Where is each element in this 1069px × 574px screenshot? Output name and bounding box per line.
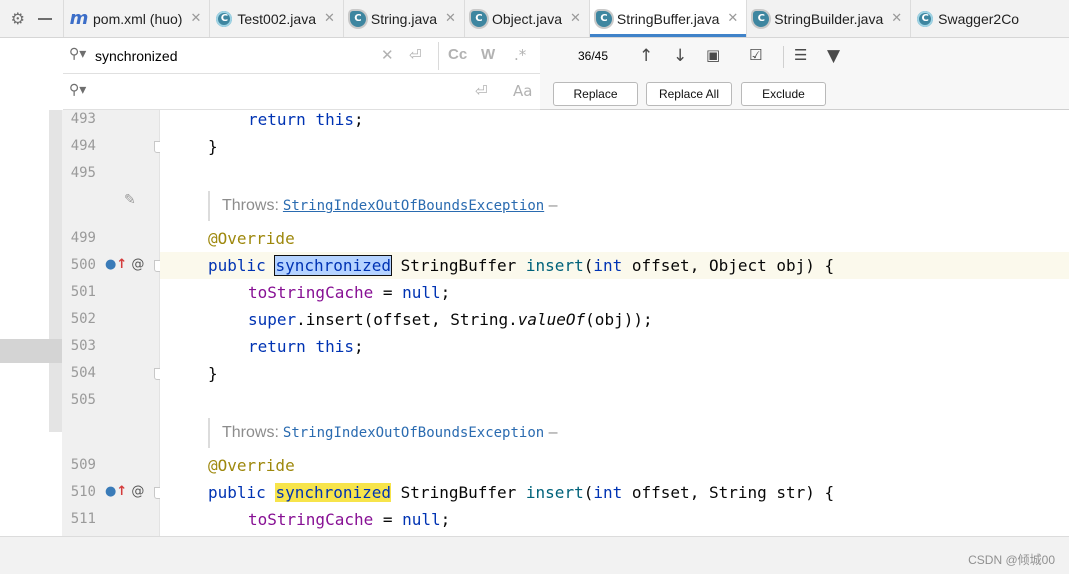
tab-label: pom.xml (huo): [93, 10, 183, 27]
line-number: 511: [70, 511, 96, 527]
code-editor[interactable]: return this; } Throws: StringIndexOutOfBo…: [160, 110, 1069, 536]
whole-words-toggle[interactable]: W: [481, 46, 495, 63]
line-number: 509: [70, 457, 96, 473]
exception-link[interactable]: StringIndexOutOfBoundsException: [283, 425, 544, 441]
search-options-icon[interactable]: ☰: [794, 46, 807, 64]
find-replace-panel: ⚲▾ ✕ ⏎ Cc W .* ⚲▾ ⏎ Aa 36/45 ↑ ↓ ▣ ☑ ☰ ▼…: [63, 38, 1069, 110]
code-line-504: }: [208, 364, 218, 383]
tab-object[interactable]: C Object.java ✕: [463, 0, 589, 37]
line-number: 502: [70, 311, 96, 327]
line-number: 500: [70, 257, 96, 273]
exclude-button[interactable]: Exclude: [741, 82, 826, 106]
maven-icon: m: [69, 8, 89, 29]
close-icon[interactable]: ✕: [891, 11, 902, 26]
tab-label: String.java: [370, 10, 438, 27]
code-line-511: toStringCache = null;: [248, 510, 451, 529]
code-line-493: return this;: [248, 110, 364, 129]
watermark: CSDN @倾城00: [968, 553, 1055, 567]
preserve-case-icon[interactable]: Aa: [513, 82, 532, 100]
tab-label: Object.java: [491, 10, 562, 27]
filter-search-results-icon[interactable]: ☑: [749, 46, 762, 64]
code-line-499: @Override: [208, 229, 295, 248]
class-icon: C: [917, 10, 934, 27]
gutter-highlight: [0, 339, 62, 363]
find-row: ⚲▾ ✕ ⏎ Cc W .*: [63, 38, 540, 74]
close-icon[interactable]: ✕: [727, 11, 738, 26]
close-icon[interactable]: ✕: [445, 11, 456, 26]
code-line-503: return this;: [248, 337, 364, 356]
left-gutter: [0, 110, 62, 536]
code-line-494: }: [208, 137, 218, 156]
find-input[interactable]: [95, 46, 395, 66]
tab-stringbuffer[interactable]: C StringBuffer.java ✕: [588, 0, 747, 37]
library-class-icon: C: [595, 10, 612, 27]
tab-stringbuilder[interactable]: C StringBuilder.java ✕: [746, 0, 910, 37]
gear-icon[interactable]: ⚙: [11, 9, 25, 28]
javadoc-throws: Throws: StringIndexOutOfBoundsException –: [208, 418, 558, 448]
tab-label: StringBuilder.java: [774, 10, 884, 27]
tab-string[interactable]: C String.java ✕: [342, 0, 464, 37]
tab-test002[interactable]: C Test002.java ✕: [209, 0, 343, 37]
line-number-gutter: 493 494 495 ✎ 499 500 ●↑ @ 501 502 503 5…: [62, 110, 164, 536]
replace-all-button[interactable]: Replace All: [646, 82, 732, 106]
editor-tab-bar: ⚙ m pom.xml (huo) ✕ C Test002.java ✕ C S…: [0, 0, 1069, 38]
tab-label: Swagger2Co: [938, 10, 1020, 27]
line-number: 501: [70, 284, 96, 300]
current-search-match: synchronized: [274, 255, 393, 276]
search-icon[interactable]: ⚲▾: [69, 82, 86, 98]
close-icon[interactable]: ✕: [570, 11, 581, 26]
code-line-501: toStringCache = null;: [248, 283, 451, 302]
class-icon: C: [216, 10, 233, 27]
regex-toggle[interactable]: .*: [514, 46, 526, 64]
line-number: 499: [70, 230, 96, 246]
replace-button[interactable]: Replace: [553, 82, 638, 106]
line-number: 494: [70, 138, 96, 154]
line-number: 504: [70, 365, 96, 381]
close-icon[interactable]: ✕: [324, 11, 335, 26]
divider: [438, 42, 439, 70]
override-marker[interactable]: ●↑ @: [105, 484, 144, 499]
select-all-occurrences-icon[interactable]: ▣: [706, 46, 720, 64]
line-number: 495: [70, 165, 96, 181]
pencil-icon[interactable]: ✎: [124, 192, 136, 208]
line-number: 493: [70, 111, 96, 127]
clear-icon[interactable]: ✕: [381, 46, 394, 64]
line-number: 510: [70, 484, 96, 500]
divider: [783, 46, 784, 68]
next-occurrence-icon[interactable]: ↓: [673, 46, 687, 66]
search-match: synchronized: [275, 483, 392, 502]
library-class-icon: C: [470, 10, 487, 27]
match-counter: 36/45: [578, 49, 609, 63]
gutter-strip: [49, 110, 62, 432]
code-line-500: public synchronized StringBuffer insert(…: [208, 255, 835, 276]
tab-pom-xml[interactable]: m pom.xml (huo) ✕: [63, 0, 209, 37]
match-case-toggle[interactable]: Cc: [448, 46, 467, 63]
replace-input[interactable]: [95, 82, 395, 102]
code-line-502: super.insert(offset, String.valueOf(obj)…: [248, 310, 653, 329]
tab-label: StringBuffer.java: [616, 10, 720, 27]
exception-link[interactable]: StringIndexOutOfBoundsException: [283, 198, 544, 214]
tab-swagger2[interactable]: C Swagger2Co: [910, 0, 1027, 37]
tab-tools: ⚙: [0, 0, 63, 37]
previous-occurrence-icon[interactable]: ↑: [639, 46, 653, 66]
javadoc-throws: Throws: StringIndexOutOfBoundsException –: [208, 191, 558, 221]
library-class-icon: C: [753, 10, 770, 27]
tab-label: Test002.java: [237, 10, 316, 27]
line-number: 503: [70, 338, 96, 354]
override-marker[interactable]: ●↑ @: [105, 257, 144, 272]
close-icon[interactable]: ✕: [190, 11, 201, 26]
library-class-icon: C: [349, 10, 366, 27]
code-line-509: @Override: [208, 456, 295, 475]
filter-icon[interactable]: ▼: [827, 46, 840, 66]
status-bar: CSDN @倾城00: [0, 536, 1069, 574]
new-line-icon[interactable]: ⏎: [409, 46, 422, 64]
replace-row: ⚲▾ ⏎ Aa: [63, 74, 540, 110]
new-line-icon[interactable]: ⏎: [475, 82, 488, 100]
minimize-icon[interactable]: [38, 17, 53, 20]
line-number: 505: [70, 392, 96, 408]
code-line-510: public synchronized StringBuffer insert(…: [208, 483, 835, 502]
search-icon[interactable]: ⚲▾: [69, 46, 86, 62]
